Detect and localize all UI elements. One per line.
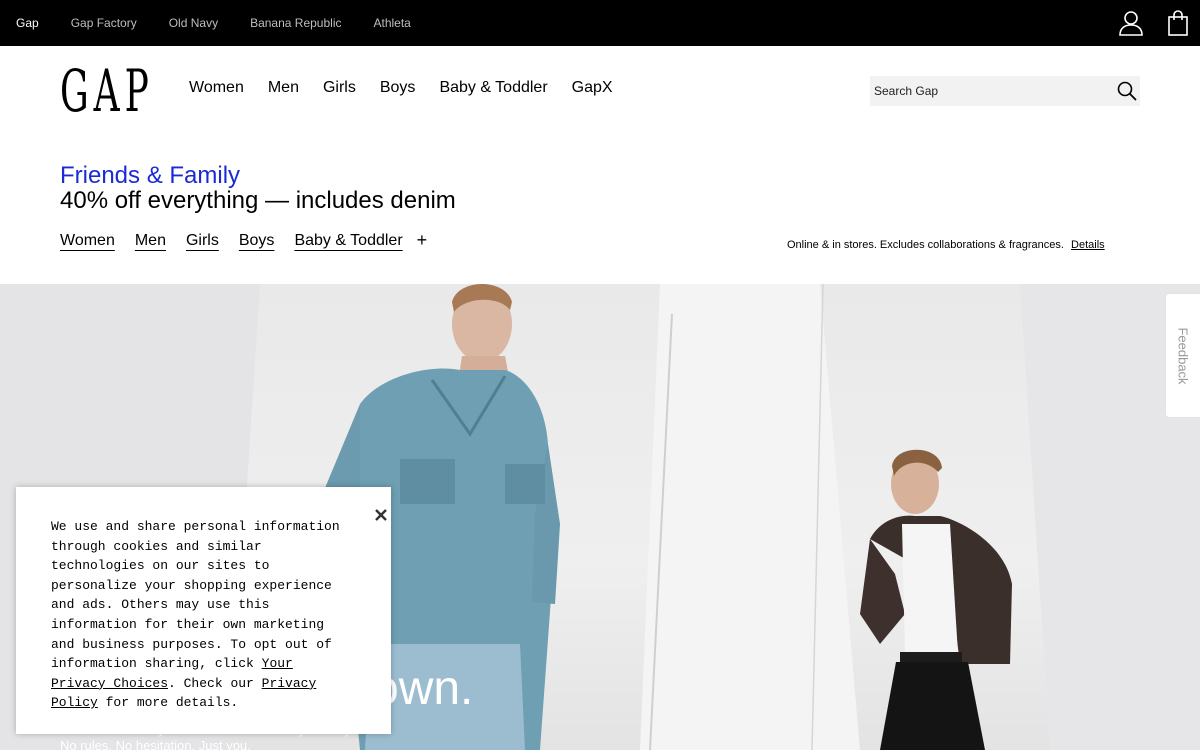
brand-link-athleta[interactable]: Athleta (373, 16, 410, 30)
gap-logo[interactable]: GAP (60, 58, 149, 124)
brand-link-gap[interactable]: Gap (16, 16, 39, 30)
nav-item-baby-toddler[interactable]: Baby & Toddler (439, 79, 547, 97)
close-icon[interactable] (373, 507, 389, 523)
cookie-text-after: for more details. (97, 695, 239, 711)
account-icon[interactable] (1118, 10, 1144, 36)
brand-bar: Gap Gap Factory Old Navy Banana Republic… (0, 0, 1200, 46)
search-input[interactable] (870, 76, 1110, 106)
promo-link-women[interactable]: Women (60, 232, 115, 250)
promo-link-men[interactable]: Men (135, 232, 166, 250)
cookie-notice: We use and share personal information th… (16, 487, 391, 734)
cookie-notice-text: We use and share personal information th… (51, 517, 351, 713)
promo-note-text: Online & in stores. Excludes collaborati… (787, 239, 1064, 251)
nav-item-boys[interactable]: Boys (380, 79, 416, 97)
shopping-bag-icon[interactable] (1168, 10, 1188, 36)
search-box (870, 76, 1140, 106)
promo-links: Women Men Girls Boys Baby & Toddler + (60, 230, 427, 251)
promo-eyebrow: Friends & Family (60, 162, 241, 189)
brand-link-old-navy[interactable]: Old Navy (169, 16, 218, 30)
main-nav: Women Men Girls Boys Baby & Toddler GapX (189, 79, 637, 97)
promo-headline: 40% off everything — includes denim (60, 187, 456, 214)
feedback-tab[interactable]: Feedback (1165, 293, 1200, 418)
brand-link-gap-factory[interactable]: Gap Factory (71, 16, 137, 30)
details-link[interactable]: Details (1071, 239, 1105, 251)
promo-link-boys[interactable]: Boys (239, 232, 275, 250)
brand-link-banana-republic[interactable]: Banana Republic (250, 16, 341, 30)
nav-item-girls[interactable]: Girls (323, 79, 356, 97)
nav-item-men[interactable]: Men (268, 79, 299, 97)
cookie-text-before: We use and share personal information th… (51, 519, 340, 672)
nav-item-gapx[interactable]: GapX (572, 79, 613, 97)
promo-link-baby-toddler[interactable]: Baby & Toddler (294, 232, 402, 250)
promo-link-girls[interactable]: Girls (186, 232, 219, 250)
feedback-label: Feedback (1175, 327, 1191, 385)
nav-item-women[interactable]: Women (189, 79, 244, 97)
search-icon[interactable] (1117, 81, 1137, 101)
cookie-text-middle: . Check our (168, 675, 262, 691)
promo-note: Online & in stores. Excludes collaborati… (787, 239, 1105, 251)
plus-icon[interactable]: + (417, 230, 428, 251)
brand-list: Gap Gap Factory Old Navy Banana Republic… (16, 0, 443, 46)
